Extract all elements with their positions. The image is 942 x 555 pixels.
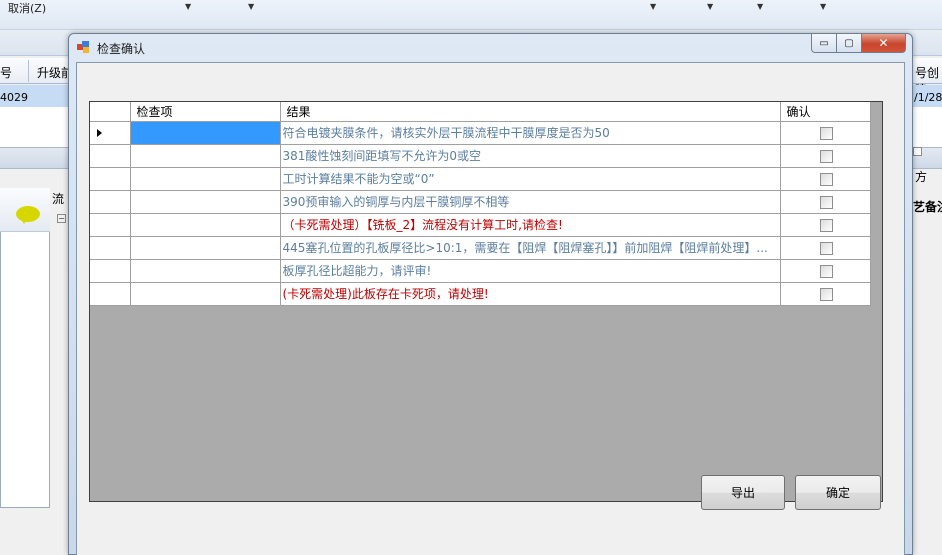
result-cell[interactable]: 390预审输入的铜厚与内层干膜铜厚不相等 <box>280 190 781 214</box>
check-confirm-dialog: 检查确认 ▭ ▢ ✕ 检查项 结果 确认 符合电镀夹膜条件，请核实外层干膜流程中… <box>68 33 913 555</box>
row-header[interactable] <box>90 213 131 237</box>
result-cell[interactable]: 381酸性蚀刻间距填写不允许为0或空 <box>280 144 781 168</box>
maximize-button[interactable]: ▢ <box>837 34 862 53</box>
background-right-label: 艺备注 <box>913 200 942 214</box>
table-row[interactable]: 390预审输入的铜厚与内层干膜铜厚不相等 <box>90 190 871 214</box>
check-results-grid[interactable]: 检查项 结果 确认 符合电镀夹膜条件，请核实外层干膜流程中干膜厚度是否为50 3… <box>89 101 883 502</box>
item-cell[interactable] <box>130 213 281 237</box>
row-header[interactable] <box>90 282 131 306</box>
item-cell[interactable] <box>130 121 281 145</box>
table-row[interactable]: （卡死需处理）【铣板_2】流程没有计算工时,请检查! <box>90 213 871 237</box>
background-menubar <box>0 0 942 30</box>
table-row[interactable]: 381酸性蚀刻间距填写不允许为0或空 <box>90 144 871 168</box>
column-header-item[interactable]: 检查项 <box>130 102 281 122</box>
background-cell: 4029 <box>0 91 28 104</box>
item-cell[interactable] <box>130 259 281 283</box>
export-button[interactable]: 导出 <box>701 475 785 510</box>
confirm-checkbox[interactable] <box>819 264 833 278</box>
confirm-checkbox[interactable] <box>819 149 833 163</box>
result-cell[interactable]: 445塞孔位置的孔板厚径比>10:1，需要在【阻焊【阻焊塞孔】】前加阻焊【阻焊前… <box>280 236 781 260</box>
chevron-down-icon[interactable]: ▼ <box>248 2 254 11</box>
confirm-cell[interactable] <box>780 190 871 214</box>
dialog-title: 检查确认 <box>97 42 146 56</box>
row-header[interactable] <box>90 167 131 191</box>
row-header[interactable] <box>90 259 131 283</box>
row-header[interactable] <box>90 190 131 214</box>
table-row[interactable]: (卡死需处理)此板存在卡死项，请处理! <box>90 282 871 306</box>
column-header-result[interactable]: 结果 <box>280 102 781 122</box>
table-row[interactable]: 符合电镀夹膜条件，请核实外层干膜流程中干膜厚度是否为50 <box>90 121 871 145</box>
tree-collapse-icon[interactable]: − <box>57 214 66 223</box>
item-cell[interactable] <box>130 190 281 214</box>
confirm-checkbox[interactable] <box>819 126 833 140</box>
flow-label: 流 <box>52 192 65 206</box>
minimize-button[interactable]: ▭ <box>811 34 837 53</box>
chevron-down-icon[interactable]: ▼ <box>820 2 826 11</box>
column-separator <box>28 60 29 82</box>
chevron-down-icon[interactable]: ▼ <box>650 2 656 11</box>
row-header-corner[interactable] <box>90 102 131 122</box>
close-button[interactable]: ✕ <box>862 34 906 53</box>
column-header-confirm[interactable]: 确认 <box>780 102 871 122</box>
confirm-cell[interactable] <box>780 259 871 283</box>
table-header-row: 检查项 结果 确认 <box>90 102 871 122</box>
item-cell[interactable] <box>130 236 281 260</box>
result-cell[interactable]: (卡死需处理)此板存在卡死项，请处理! <box>280 282 781 306</box>
confirm-cell[interactable] <box>780 167 871 191</box>
item-cell[interactable] <box>130 282 281 306</box>
background-cell: /1/28 <box>914 91 942 104</box>
chevron-down-icon[interactable]: ▼ <box>185 2 191 11</box>
confirm-checkbox[interactable] <box>819 241 833 255</box>
confirm-checkbox[interactable] <box>819 218 833 232</box>
confirm-cell[interactable] <box>780 236 871 260</box>
confirm-cell[interactable] <box>780 121 871 145</box>
chat-bubble-icon[interactable] <box>16 206 40 224</box>
confirm-cell[interactable] <box>780 282 871 306</box>
check-results-table: 检查项 结果 确认 符合电镀夹膜条件，请核实外层干膜流程中干膜厚度是否为50 3… <box>90 102 871 306</box>
chevron-down-icon[interactable]: ▼ <box>707 2 713 11</box>
row-header[interactable] <box>90 236 131 260</box>
confirm-cell[interactable] <box>780 213 871 237</box>
current-row-arrow-icon <box>97 128 102 137</box>
chevron-down-icon[interactable]: ▼ <box>757 2 763 11</box>
menu-cancel[interactable]: 取消(Z) <box>8 0 46 16</box>
row-header[interactable] <box>90 144 131 168</box>
result-cell[interactable]: 符合电镀夹膜条件，请核实外层干膜流程中干膜厚度是否为50 <box>280 121 781 145</box>
background-right-tab[interactable]: 方 <box>913 168 942 190</box>
app-icon <box>77 41 90 53</box>
background-checkbox[interactable] <box>913 147 922 156</box>
table-row[interactable]: 工时计算结果不能为空或“0” <box>90 167 871 191</box>
confirm-cell[interactable] <box>780 144 871 168</box>
table-row[interactable]: 板厚孔径比超能力，请评审! <box>90 259 871 283</box>
result-cell[interactable]: 板厚孔径比超能力，请评审! <box>280 259 781 283</box>
background-left-panel <box>0 188 50 508</box>
window-controls: ▭ ▢ ✕ <box>811 34 906 53</box>
result-cell[interactable]: （卡死需处理）【铣板_2】流程没有计算工时,请检查! <box>280 213 781 237</box>
confirm-checkbox[interactable] <box>819 195 833 209</box>
background-column-header[interactable]: 号 <box>0 64 12 81</box>
item-cell[interactable] <box>130 144 281 168</box>
confirm-checkbox[interactable] <box>819 287 833 301</box>
confirm-checkbox[interactable] <box>819 172 833 186</box>
row-header[interactable] <box>90 121 131 145</box>
dialog-titlebar[interactable]: 检查确认 ▭ ▢ ✕ <box>69 34 912 61</box>
table-row[interactable]: 445塞孔位置的孔板厚径比>10:1，需要在【阻焊【阻焊塞孔】】前加阻焊【阻焊前… <box>90 236 871 260</box>
item-cell[interactable] <box>130 167 281 191</box>
ok-button[interactable]: 确定 <box>795 475 881 510</box>
result-cell[interactable]: 工时计算结果不能为空或“0” <box>280 167 781 191</box>
